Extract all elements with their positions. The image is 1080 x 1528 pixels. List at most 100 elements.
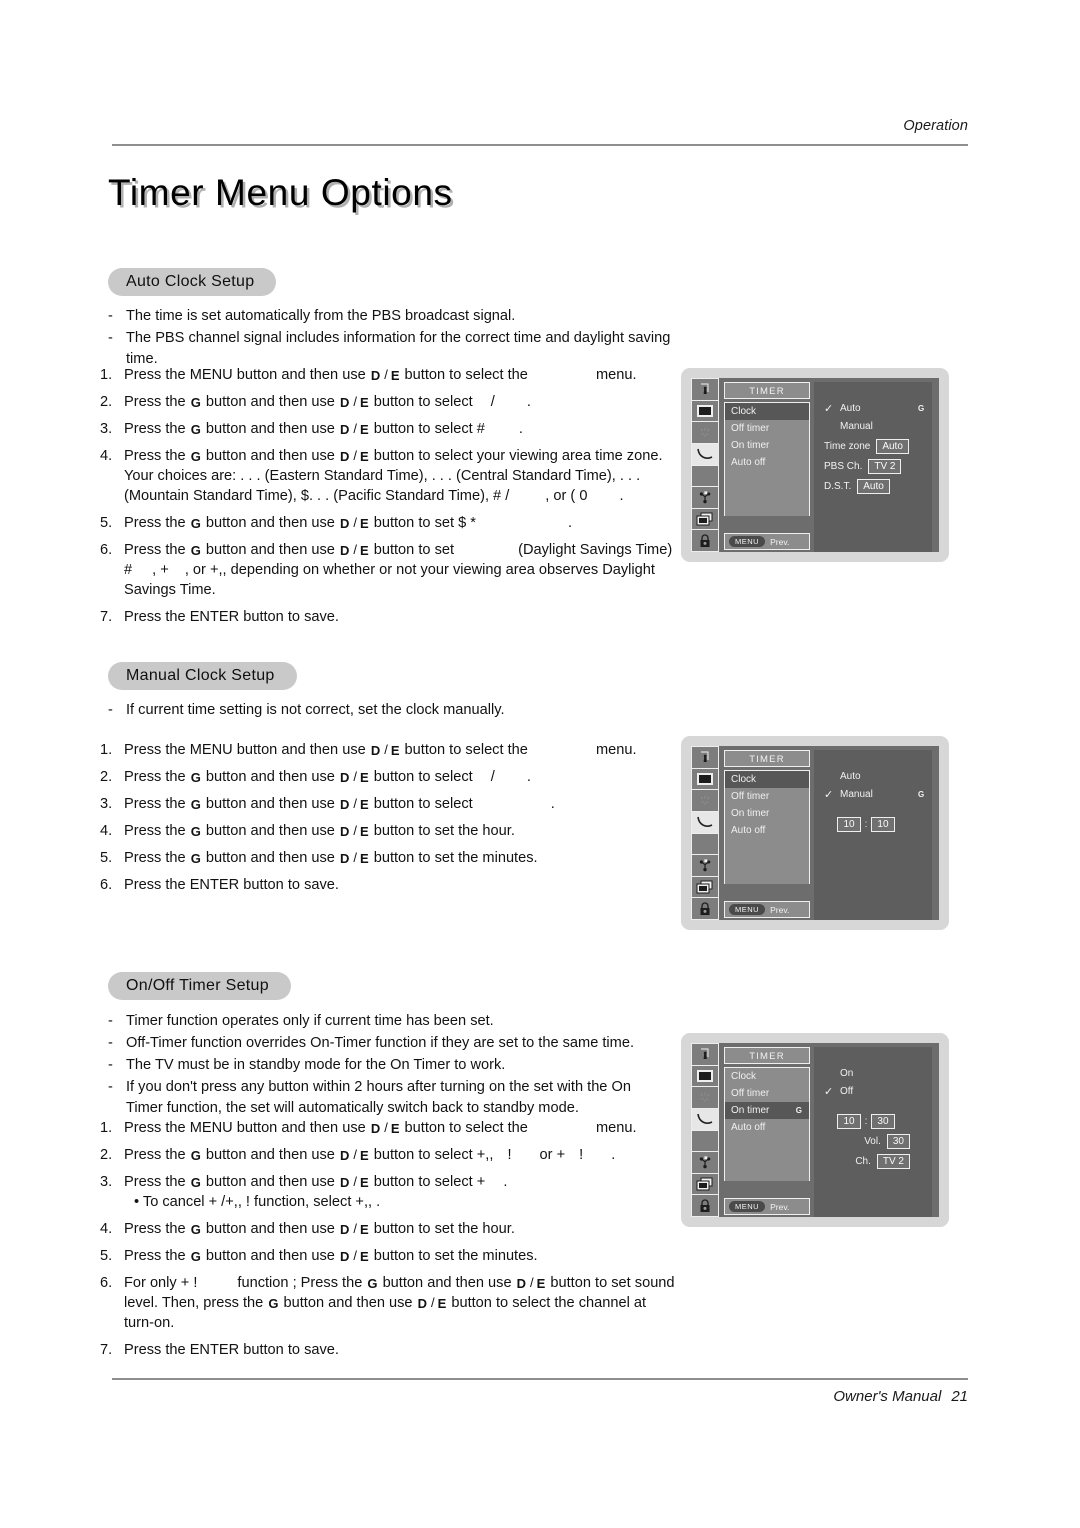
osd-menu-item[interactable]: On timer bbox=[725, 805, 809, 822]
osd-time-row[interactable]: 10:10 bbox=[814, 814, 932, 834]
osd-menu-button[interactable]: MENU Prev. bbox=[724, 901, 810, 918]
osd-menu-list[interactable]: Clock Off timer On timer Auto off bbox=[724, 770, 810, 884]
osd-minute-value[interactable]: 30 bbox=[871, 1113, 895, 1129]
osd-menu-item[interactable]: Off timer bbox=[725, 788, 809, 805]
osd-option[interactable]: Auto bbox=[814, 768, 932, 786]
osd-menu-list[interactable]: Clock Off timer On timer G Auto off bbox=[724, 1067, 810, 1181]
osd-menu-item[interactable]: On timer G bbox=[725, 1102, 809, 1119]
osd-sidebar bbox=[691, 378, 719, 552]
osd-menu-item[interactable]: Auto off bbox=[725, 454, 809, 471]
osd-time-row[interactable]: 10:30 bbox=[814, 1111, 932, 1131]
osd-field-row[interactable]: PBS Ch. TV 2 bbox=[814, 456, 932, 476]
osd-menu-item-label: Auto off bbox=[731, 1122, 766, 1133]
step-text: Press the MENU button and then use D / E b… bbox=[124, 742, 637, 758]
speaker-icon[interactable] bbox=[692, 379, 718, 401]
osd-menu-item[interactable]: On timer bbox=[725, 437, 809, 454]
check-icon: ✓ bbox=[824, 403, 834, 415]
osd-field-value[interactable]: 30 bbox=[886, 1133, 910, 1149]
lock-icon[interactable] bbox=[692, 898, 718, 919]
speaker-icon[interactable] bbox=[692, 747, 718, 769]
osd-field-row[interactable]: D.S.T. Auto bbox=[814, 476, 932, 496]
osd-panel: TIMER Clock Off timer On timer G Auto off ME… bbox=[691, 1043, 939, 1217]
osd-menu-item-label: Off timer bbox=[731, 791, 770, 802]
osd-menu-item[interactable]: Auto off bbox=[725, 822, 809, 839]
connector-icon[interactable] bbox=[692, 487, 718, 509]
step-item: 5. Press the G button and then use D / E bu… bbox=[100, 513, 680, 533]
key-separator: / bbox=[353, 1221, 357, 1236]
osd-option[interactable]: ✓ Off bbox=[814, 1083, 932, 1101]
picture-icon[interactable] bbox=[692, 768, 718, 791]
osd-option[interactable]: On bbox=[814, 1065, 932, 1083]
osd-minute-value[interactable]: 10 bbox=[871, 816, 895, 832]
osd-field-value[interactable]: TV 2 bbox=[868, 458, 902, 474]
blank-icon[interactable] bbox=[692, 465, 718, 488]
step-text: Press the G button and then use D / E butt… bbox=[124, 1221, 515, 1237]
picture-icon[interactable] bbox=[692, 400, 718, 423]
note-text: The PBS channel signal includes informat… bbox=[126, 330, 671, 367]
sparkle-icon[interactable] bbox=[692, 790, 718, 812]
key-up-icon: E bbox=[359, 1249, 369, 1264]
blank-icon[interactable] bbox=[692, 833, 718, 856]
key-separator: / bbox=[530, 1275, 534, 1290]
lock-icon[interactable] bbox=[692, 530, 718, 551]
pip-icon[interactable] bbox=[692, 1173, 718, 1196]
key-right-icon: G bbox=[190, 449, 201, 464]
step-number: 3. bbox=[100, 421, 113, 437]
note-item: - The TV must be in standby mode for the … bbox=[106, 1055, 666, 1076]
osd-option[interactable]: Manual bbox=[814, 418, 932, 436]
pip-icon[interactable] bbox=[692, 876, 718, 899]
osd-menu-button[interactable]: MENU Prev. bbox=[724, 533, 810, 550]
osd-option[interactable]: ✓ Auto G bbox=[814, 400, 932, 418]
key-up-icon: E bbox=[359, 1222, 369, 1237]
moon-icon[interactable] bbox=[692, 1108, 718, 1131]
osd-field-value[interactable]: TV 2 bbox=[876, 1153, 910, 1169]
osd-field-row[interactable]: Time zone Auto bbox=[814, 436, 932, 456]
osd-detail-panel: ✓ Auto G Manual Time zone Auto PBS Ch. TV 2 D.S.… bbox=[814, 382, 932, 552]
picture-icon[interactable] bbox=[692, 1065, 718, 1088]
speaker-icon[interactable] bbox=[692, 1044, 718, 1066]
osd-menu-item[interactable]: Clock bbox=[725, 771, 809, 788]
osd-hour-value[interactable]: 10 bbox=[837, 816, 861, 832]
osd-menu-item[interactable]: Off timer bbox=[725, 1085, 809, 1102]
blank-icon[interactable] bbox=[692, 1130, 718, 1153]
key-down-icon: D bbox=[339, 422, 350, 437]
osd-field-row[interactable]: Ch. TV 2 bbox=[814, 1151, 932, 1171]
key-down-icon: D bbox=[370, 1121, 381, 1136]
key-right-icon: G bbox=[190, 422, 201, 437]
note-item: - If you don't press any button within 2 … bbox=[106, 1077, 666, 1119]
osd-menu-list[interactable]: Clock Off timer On timer Auto off bbox=[724, 402, 810, 516]
osd-menu-item[interactable]: Clock bbox=[725, 403, 809, 420]
osd-menu-item[interactable]: Off timer bbox=[725, 420, 809, 437]
step-item: 4. Press the G button and then use D / E bu… bbox=[100, 821, 680, 841]
step-item: 2. Press the G button and then use D / E bu… bbox=[100, 1145, 680, 1165]
sparkle-icon[interactable] bbox=[692, 1087, 718, 1109]
step-item: 4. Press the G button and then use D / E bu… bbox=[100, 446, 680, 506]
osd-menu-button[interactable]: MENU Prev. bbox=[724, 1198, 810, 1215]
osd-menu-item[interactable]: Auto off bbox=[725, 1119, 809, 1136]
osd-menu-item-label: On timer bbox=[731, 440, 770, 451]
header-divider bbox=[112, 144, 968, 146]
osd-option[interactable]: ✓ Manual G bbox=[814, 786, 932, 804]
sparkle-icon[interactable] bbox=[692, 422, 718, 444]
osd-hour-value[interactable]: 10 bbox=[837, 1113, 861, 1129]
osd-menu-item[interactable]: Clock bbox=[725, 1068, 809, 1085]
manual-title: Owner's Manual bbox=[833, 1388, 942, 1405]
moon-icon[interactable] bbox=[692, 811, 718, 834]
step-item: 6. For only + ! function ; Press the G but… bbox=[100, 1273, 680, 1333]
osd-body: TIMER Clock Off timer On timer Auto off MEN… bbox=[719, 378, 939, 552]
osd-field-value[interactable]: Auto bbox=[876, 438, 909, 454]
osd-field-value[interactable]: Auto bbox=[857, 478, 890, 494]
connector-icon[interactable] bbox=[692, 1152, 718, 1174]
connector-icon[interactable] bbox=[692, 855, 718, 877]
step-item: 2. Press the G button and then use D / E bu… bbox=[100, 392, 680, 412]
step-item: 1. Press the MENU button and then use D / E… bbox=[100, 1118, 680, 1138]
note-text: Timer function operates only if current … bbox=[126, 1013, 494, 1029]
step-item: 1. Press the MENU button and then use D / E… bbox=[100, 365, 680, 385]
section-heading-on-off-timer-setup: On/Off Timer Setup bbox=[108, 972, 291, 1000]
osd-field-row[interactable]: Vol. 30 bbox=[814, 1131, 932, 1151]
pip-icon[interactable] bbox=[692, 508, 718, 531]
moon-icon[interactable] bbox=[692, 443, 718, 466]
lock-icon[interactable] bbox=[692, 1195, 718, 1216]
key-down-icon: D bbox=[339, 1175, 350, 1190]
